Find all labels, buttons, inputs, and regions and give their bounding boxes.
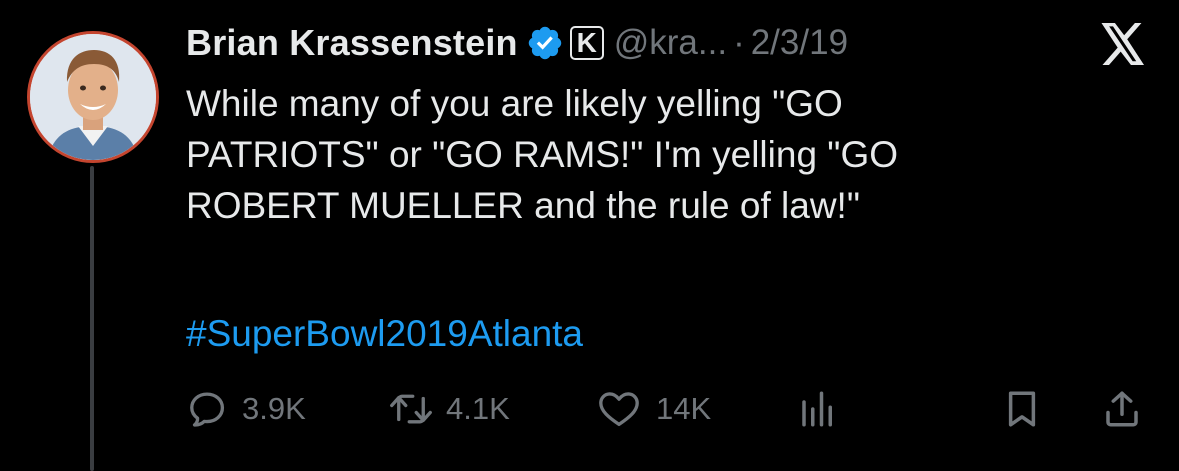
views-icon xyxy=(798,388,838,430)
x-logo-icon[interactable] xyxy=(1100,22,1146,66)
bookmark-button[interactable] xyxy=(1004,384,1040,434)
tweet-text-line: ROBERT MUELLER and the rule of law!" xyxy=(186,185,860,226)
tweet-text: While many of you are likely yelling "GO… xyxy=(186,78,1146,231)
action-bar: 3.9K 4.1K 14K xyxy=(186,384,1146,434)
header-separator: · xyxy=(733,23,745,62)
views-button[interactable] xyxy=(798,384,838,434)
affiliation-k-icon[interactable]: K xyxy=(569,26,604,60)
thread-line xyxy=(90,166,94,471)
tweet-text-line: PATRIOTS" or "GO RAMS!" I'm yelling "GO xyxy=(186,134,898,175)
author-name[interactable]: Brian Krassenstein xyxy=(186,22,518,64)
share-button[interactable] xyxy=(1102,384,1142,434)
reply-button[interactable]: 3.9K xyxy=(186,384,306,434)
tweet-header: Brian Krassenstein K @kra... · 2/3/19 xyxy=(186,18,848,68)
verified-badge-icon xyxy=(526,24,564,62)
tweet-date[interactable]: 2/3/19 xyxy=(751,23,848,63)
affiliation-letter: K xyxy=(576,27,597,58)
like-count: 14K xyxy=(656,391,712,426)
hashtag-link[interactable]: #SuperBowl2019Atlanta xyxy=(186,308,583,359)
reply-count: 3.9K xyxy=(242,391,306,426)
avatar-image xyxy=(30,34,156,160)
heart-icon xyxy=(596,388,642,430)
bookmark-icon xyxy=(1004,388,1040,430)
repost-icon xyxy=(386,388,436,430)
avatar[interactable] xyxy=(27,31,159,163)
share-icon xyxy=(1102,388,1142,430)
tweet-text-line: While many of you are likely yelling "GO xyxy=(186,83,843,124)
like-button[interactable]: 14K xyxy=(596,384,711,434)
reply-icon xyxy=(186,388,228,430)
repost-count: 4.1K xyxy=(446,391,510,426)
tweet: Brian Krassenstein K @kra... · 2/3/19 Wh… xyxy=(0,0,1179,471)
repost-button[interactable]: 4.1K xyxy=(386,384,510,434)
author-handle[interactable]: @kra... xyxy=(614,23,727,63)
